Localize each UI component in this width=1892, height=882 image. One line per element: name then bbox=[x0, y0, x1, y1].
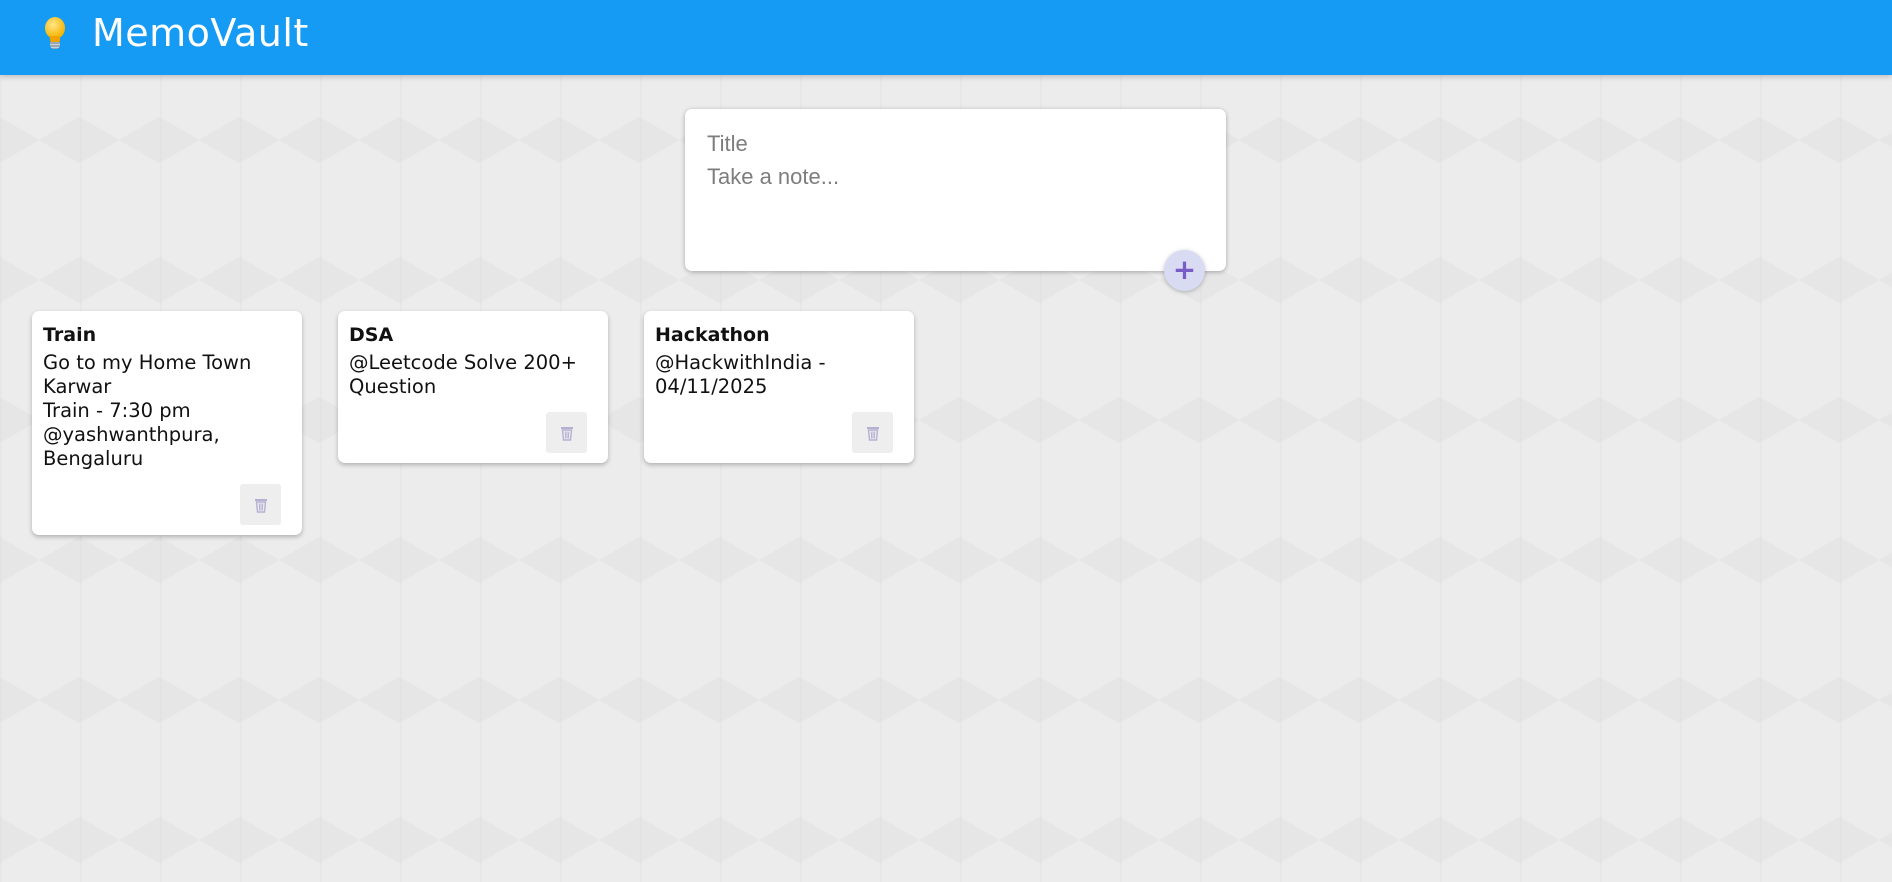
title-input[interactable] bbox=[707, 129, 1197, 159]
note-content: @Leetcode Solve 200+ Question bbox=[349, 351, 577, 398]
delete-button[interactable] bbox=[240, 484, 281, 525]
delete-button[interactable] bbox=[546, 412, 587, 453]
note-content: Go to my Home Town Karwar Train - 7:30 p… bbox=[43, 351, 252, 470]
brand: MemoVault bbox=[38, 8, 309, 58]
note-title: Hackathon bbox=[655, 324, 770, 346]
plus-icon: + bbox=[1172, 252, 1197, 286]
trash-icon bbox=[866, 426, 879, 441]
delete-button[interactable] bbox=[852, 412, 893, 453]
note-card: Hackathon @HackwithIndia - 04/11/2025 bbox=[644, 311, 914, 463]
app-header: MemoVault bbox=[0, 0, 1892, 75]
note-content: @HackwithIndia - 04/11/2025 bbox=[655, 351, 826, 398]
note-input[interactable] bbox=[707, 164, 1197, 244]
app-title: MemoVault bbox=[92, 11, 309, 55]
trash-icon bbox=[560, 426, 573, 441]
note-card: Train Go to my Home Town Karwar Train - … bbox=[32, 311, 302, 535]
note-title: DSA bbox=[349, 324, 394, 346]
note-composer bbox=[685, 109, 1226, 271]
note-title: Train bbox=[43, 324, 97, 346]
trash-icon bbox=[254, 498, 267, 513]
lightbulb-icon bbox=[38, 13, 72, 53]
note-card: DSA @Leetcode Solve 200+ Question bbox=[338, 311, 608, 463]
add-note-button[interactable]: + bbox=[1164, 250, 1205, 291]
